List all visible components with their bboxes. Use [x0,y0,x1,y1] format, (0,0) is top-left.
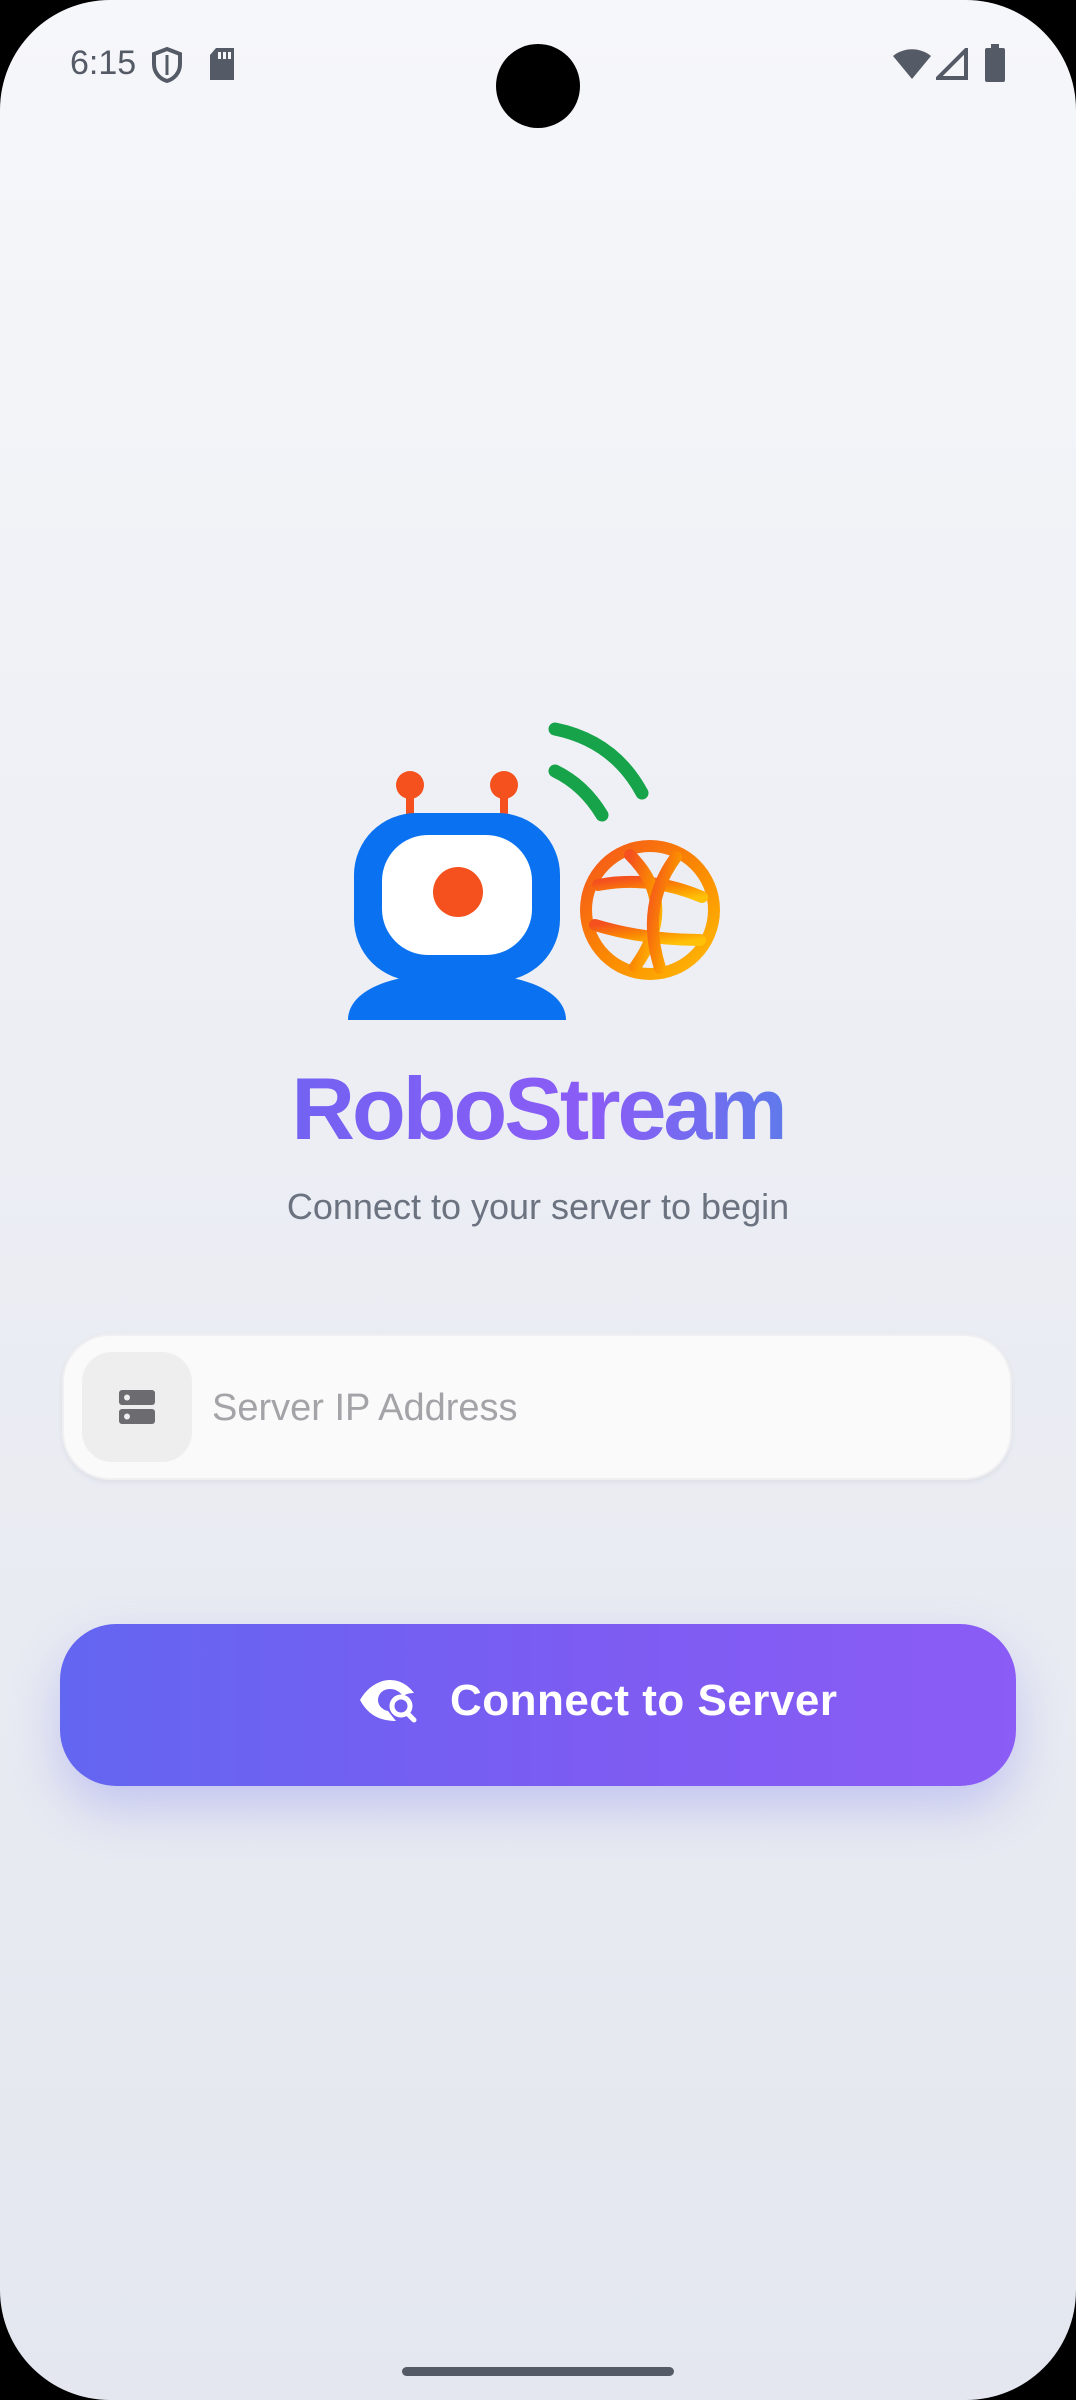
sd-card-icon [210,48,234,80]
shield-icon [152,46,182,84]
camera-cutout [496,44,580,128]
server-ip-input[interactable] [210,1336,994,1480]
robostream-logo [348,722,720,1020]
home-indicator[interactable] [402,2367,674,2376]
status-time: 6:15 [70,44,137,82]
app-subtitle: Connect to your server to begin [286,1186,790,1227]
server-icon [119,1390,155,1424]
battery-icon [985,44,1005,82]
app-title: RoboStream [0,1058,1076,1160]
connect-button-label: Connect to Server [450,1676,838,1725]
connect-to-server-button[interactable]: Connect to Server [60,1624,1016,1786]
signal-icon [936,48,968,80]
app-screen: 6:15 RoboStream Connect to your server t… [0,0,1076,2400]
wifi-icon [893,49,931,79]
eye-search-icon [360,1680,417,1723]
server-icon-box [82,1352,192,1462]
server-ip-field[interactable] [62,1334,1012,1480]
status-bar: 6:15 [0,0,1076,130]
